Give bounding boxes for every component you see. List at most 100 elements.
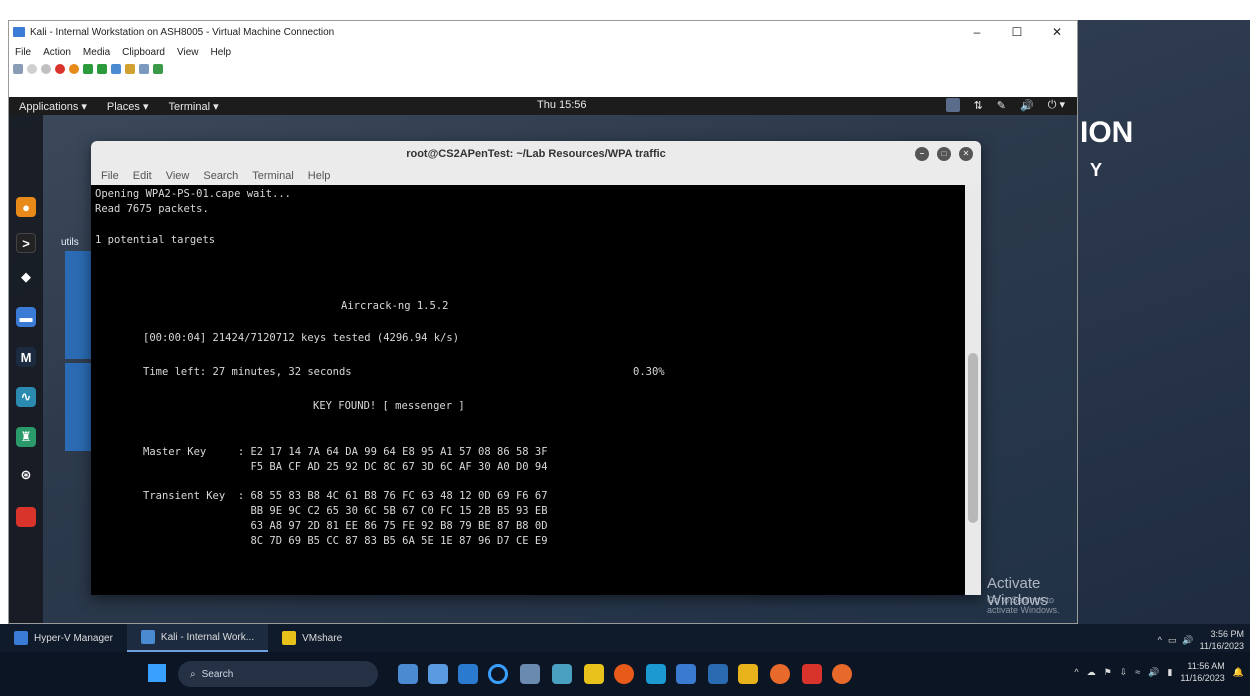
tray-chevron-icon[interactable]: ^	[1074, 667, 1078, 677]
taskbar-item-label: Hyper-V Manager	[34, 632, 113, 644]
app-grid-icon[interactable]: ⊛	[16, 465, 36, 485]
start-icon[interactable]	[27, 64, 37, 74]
term-menu-view[interactable]: View	[166, 170, 190, 182]
resume-icon[interactable]	[97, 64, 107, 74]
vm-window-controls: – ☐ ✕	[957, 21, 1077, 43]
vm-connect-icon	[140, 630, 155, 644]
terminal-title: root@CS2APenTest: ~/Lab Resources/WPA tr…	[406, 148, 666, 160]
power-icon[interactable]: ⏻ ▾	[1048, 98, 1065, 112]
terminal-dock-icon[interactable]: >	[16, 233, 36, 253]
checkpoint-icon[interactable]	[111, 64, 121, 74]
vm-menu-media[interactable]: Media	[83, 47, 110, 58]
windows-clock[interactable]: 11:56 AM 11/16/2023	[1180, 660, 1224, 684]
taskbar-app-icon[interactable]	[428, 664, 448, 684]
speaker-icon[interactable]: 🔊	[1148, 667, 1159, 678]
terminal-close-button[interactable]: ✕	[959, 147, 973, 161]
taskbar-app-icon[interactable]	[832, 664, 852, 684]
file-explorer-icon[interactable]	[584, 664, 604, 684]
tray-volume-icon[interactable]: 🔊	[1182, 635, 1193, 646]
taskbar-item-vmshare[interactable]: VMshare	[268, 624, 356, 652]
search-icon: ⌕	[190, 668, 196, 680]
terminal-line: Transient Key : 68 55 83 B8 4C 61 B8 76 …	[143, 490, 548, 502]
shutdown-icon[interactable]	[55, 64, 65, 74]
taskbar-app-icon[interactable]	[458, 664, 478, 684]
workspace-indicator[interactable]	[945, 98, 960, 112]
dock-extra-icon[interactable]	[16, 507, 36, 527]
term-menu-help[interactable]: Help	[308, 170, 331, 182]
key-found-line: KEY FOUND! [ messenger ]	[313, 400, 465, 412]
tray-app-icon[interactable]: ⚑	[1104, 667, 1112, 678]
turn-off-icon[interactable]	[41, 64, 51, 74]
vm-menu-clipboard[interactable]: Clipboard	[122, 47, 165, 58]
revert-icon[interactable]	[125, 64, 135, 74]
terminal-app-menu[interactable]: Terminal ▾	[158, 100, 228, 113]
taskbar-app-icon[interactable]	[520, 664, 540, 684]
terminal-minimize-button[interactable]: –	[915, 147, 929, 161]
vm-menu-file[interactable]: File	[15, 47, 31, 58]
term-menu-file[interactable]: File	[101, 170, 119, 182]
vm-connection-window: Kali - Internal Workstation on ASH8005 -…	[8, 20, 1078, 624]
notification-bell-icon[interactable]: 🔔	[1233, 667, 1244, 678]
wifi-icon[interactable]: ≈	[1135, 667, 1140, 677]
host-desktop-right: ION Y	[1078, 20, 1250, 624]
taskbar-app-icon[interactable]	[552, 664, 572, 684]
terminal-titlebar: root@CS2APenTest: ~/Lab Resources/WPA tr…	[91, 141, 981, 167]
term-menu-search[interactable]: Search	[203, 170, 238, 182]
taskbar-item-hyperv[interactable]: Hyper-V Manager	[0, 624, 127, 652]
network-tool-icon[interactable]: ◆	[16, 267, 36, 287]
cloud-icon[interactable]: ☁	[1087, 667, 1096, 678]
vm-menu-view[interactable]: View	[177, 47, 199, 58]
vm-menu-action[interactable]: Action	[43, 47, 71, 58]
firefox-icon[interactable]: ●	[16, 197, 36, 217]
network-icon[interactable]: ⇅	[974, 99, 983, 112]
taskbar-app-icon[interactable]	[770, 664, 790, 684]
ctrl-alt-del-icon[interactable]	[13, 64, 23, 74]
terminal-line: 8C 7D 69 B5 CC 87 83 B5 6A 5E 1E 87 96 D…	[143, 535, 548, 547]
terminal-scrollbar[interactable]	[965, 185, 981, 595]
term-menu-terminal[interactable]: Terminal	[252, 170, 294, 182]
metasploit-icon[interactable]: M	[16, 347, 36, 367]
host-tray-clock[interactable]: 3:56 PM 11/16/2023	[1200, 628, 1244, 652]
enhanced-session-icon[interactable]	[139, 64, 149, 74]
close-button[interactable]: ✕	[1037, 21, 1077, 43]
windows-tray: ^ ☁ ⚑ ⇩ ≈ 🔊 ▮ 11:56 AM 11/16/2023 🔔	[1074, 660, 1244, 684]
taskbar-app-icon[interactable]	[708, 664, 728, 684]
taskbar-item-kali[interactable]: Kali - Internal Work...	[126, 624, 269, 652]
tray-chevron-icon[interactable]: ^	[1158, 635, 1162, 645]
places-menu[interactable]: Places ▾	[97, 100, 159, 113]
taskbar-search-box[interactable]: ⌕ Search	[178, 661, 378, 687]
panel-clock[interactable]: Thu 15:56	[537, 99, 587, 111]
activate-windows-subtitle: Go to Settings to activate Windows.	[987, 595, 1060, 615]
pen-icon[interactable]: ✎	[997, 99, 1006, 112]
taskbar-app-icon[interactable]	[676, 664, 696, 684]
terminal-scrollbar-thumb[interactable]	[968, 353, 978, 523]
battery-icon[interactable]: ▮	[1167, 667, 1172, 678]
taskbar-app-icon[interactable]	[738, 664, 758, 684]
browser-icon[interactable]	[614, 664, 634, 684]
vm-menu-help[interactable]: Help	[210, 47, 231, 58]
term-menu-edit[interactable]: Edit	[133, 170, 152, 182]
host-taskbar: Hyper-V Manager Kali - Internal Work... …	[0, 624, 1250, 652]
pdf-reader-icon[interactable]	[802, 664, 822, 684]
wireshark-icon[interactable]: ∿	[16, 387, 36, 407]
cortana-icon[interactable]	[488, 664, 508, 684]
applications-menu[interactable]: Applications ▾	[9, 100, 97, 113]
windows-start-icon[interactable]	[148, 664, 166, 682]
volume-icon[interactable]: 🔊	[1020, 99, 1034, 112]
burp-icon[interactable]: ♜	[16, 427, 36, 447]
terminal-output[interactable]: Opening WPA2-PS-01.cape wait... Read 767…	[91, 185, 965, 595]
share-icon[interactable]	[153, 64, 163, 74]
pause-icon[interactable]	[83, 64, 93, 74]
host-tray-date: 11/16/2023	[1199, 641, 1244, 651]
minimize-button[interactable]: –	[957, 21, 997, 43]
files-icon[interactable]: ▬	[16, 307, 36, 327]
maximize-button[interactable]: ☐	[997, 21, 1037, 43]
windows-time: 11:56 AM	[1187, 661, 1225, 671]
desktop-utils-label: utils	[61, 237, 79, 248]
terminal-maximize-button[interactable]: □	[937, 147, 951, 161]
tray-network-icon[interactable]: ▭	[1168, 635, 1177, 646]
save-state-icon[interactable]	[69, 64, 79, 74]
taskbar-app-icon[interactable]	[646, 664, 666, 684]
usb-icon[interactable]: ⇩	[1120, 667, 1128, 678]
taskbar-app-icon[interactable]	[398, 664, 418, 684]
